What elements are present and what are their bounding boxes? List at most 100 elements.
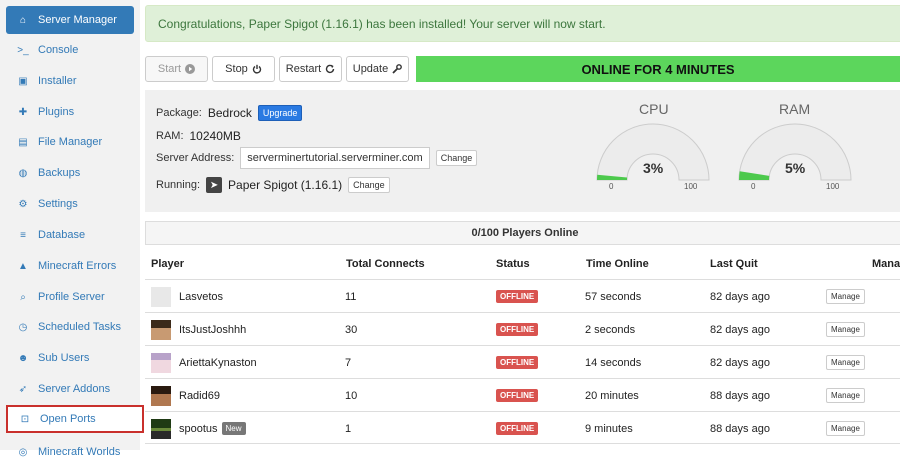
sidebar-item-minecraft-errors[interactable]: ▲ Minecraft Errors [6,252,134,280]
status-badge: OFFLINE [496,389,539,402]
sidebar-item-label: Console [38,44,79,56]
ram-value: 10240MB [189,129,241,143]
player-name: Lasvetos [179,290,224,303]
address-label: Server Address: [156,152,235,164]
player-cell: ItsJustJoshhh [151,313,246,346]
sidebar-item-file-manager[interactable]: ▤ File Manager [6,128,134,156]
sidebar-item-label: Minecraft Errors [38,260,117,272]
install-success-alert: Congratulations, Paper Spigot (1.16.1) h… [145,5,900,42]
last-quit: 88 days ago [710,389,770,402]
change-software-button[interactable]: Change [348,177,390,193]
player-name: Radid69 [179,389,220,402]
time-online: 9 minutes [585,422,633,435]
sidebar-item-database[interactable]: ≡ Database [6,221,134,249]
refresh-icon [326,64,335,74]
server-address-field[interactable]: serverminertutorial.serverminer.com [240,147,430,169]
table-row: spootus New 1 OFFLINE 9 minutes 88 days … [145,411,900,444]
clock-icon: ◷ [18,321,28,333]
restart-button[interactable]: Restart [279,56,342,82]
package-value: Bedrock [207,106,252,120]
player-name: ItsJustJoshhh [179,323,247,336]
terminal-icon: >_ [17,44,29,56]
sidebar: ⌂ Server Manager >_ Console ▣ Installer … [0,0,144,458]
change-address-button[interactable]: Change [435,150,478,166]
table-row: ItsJustJoshhh 30 OFFLINE 2 seconds 82 da… [145,312,900,345]
upgrade-button[interactable]: Upgrade [257,105,303,121]
sidebar-item-profile-server[interactable]: ⌕ Profile Server [6,283,134,311]
start-button[interactable]: Start [145,56,208,82]
total-connects: 11 [345,290,357,303]
wrench-icon [392,64,403,74]
status-badge: OFFLINE [496,290,539,303]
ram-label: RAM: [156,130,184,142]
users-icon: ☻ [17,352,29,364]
sidebar-item-scheduled-tasks[interactable]: ◷ Scheduled Tasks [6,313,134,341]
file-icon: ▤ [18,136,28,148]
manage-button[interactable]: Manage [826,322,865,337]
warning-icon: ▲ [18,260,28,272]
sidebar-item-label: Open Ports [40,413,96,425]
total-connects: 7 [345,356,352,369]
player-cell: Lasvetos [151,280,223,313]
column-header-total-connects: Total Connects [346,258,425,270]
gear-icon: ⚙ [18,198,28,210]
players-online-header: 0/100 Players Online [145,221,900,245]
manage-button[interactable]: Manage [826,289,865,304]
puzzle-icon: ✚ [18,106,28,118]
running-value: Paper Spigot (1.16.1) [228,178,343,192]
time-online: 57 seconds [585,290,642,303]
sidebar-item-label: Server Addons [38,383,111,395]
unlock-icon: ⊡ [20,413,30,425]
manage-button[interactable]: Manage [826,388,865,403]
stop-button[interactable]: Stop [212,56,275,82]
play-icon [185,64,196,74]
avatar [151,286,171,307]
manage-button[interactable]: Manage [826,355,865,370]
sidebar-item-installer[interactable]: ▣ Installer [6,67,134,95]
ram-gauge-title: RAM [779,101,811,117]
server-status-banner: ONLINE FOR 4 MINUTES [416,56,900,82]
power-icon [252,64,261,74]
cpu-gauge-min: 0 [609,182,614,191]
last-quit: 82 days ago [710,290,770,303]
table-row: AriettaKynaston 7 OFFLINE 14 seconds 82 … [145,345,900,378]
sidebar-item-server-manager[interactable]: ⌂ Server Manager [6,6,134,34]
manage-button[interactable]: Manage [826,421,865,436]
avatar [151,319,171,340]
time-online: 20 minutes [585,389,639,402]
sidebar-item-sub-users[interactable]: ☻ Sub Users [6,344,134,372]
status-badge: OFFLINE [496,356,539,369]
running-row: Running: ➤ Paper Spigot (1.16.1) Change [156,177,390,193]
avatar [151,352,171,373]
column-header-status: Status [496,258,530,270]
sidebar-item-backups[interactable]: ◍ Backups [6,159,134,187]
update-button[interactable]: Update [346,56,409,82]
ram-row: RAM: 10240MB [156,129,241,143]
column-header-manage: Manage [872,258,900,270]
paper-plane-icon: ➤ [206,177,223,193]
total-connects: 1 [345,422,352,435]
status-badge: OFFLINE [496,422,539,435]
sidebar-item-label: Installer [38,75,77,87]
ram-gauge-value: 5% [785,160,806,176]
sidebar-item-plugins[interactable]: ✚ Plugins [6,98,134,126]
start-button-label: Start [157,63,182,75]
home-icon: ⌂ [19,14,27,26]
sidebar-item-minecraft-worlds[interactable]: ◎ Minecraft Worlds [6,438,134,466]
running-label: Running: [156,179,201,191]
sidebar-item-open-ports[interactable]: ⊡ Open Ports [6,405,144,433]
sidebar-item-settings[interactable]: ⚙ Settings [6,190,134,218]
sidebar-item-label: Settings [38,198,78,210]
total-connects: 10 [345,389,358,402]
sidebar-item-label: Profile Server [38,291,105,303]
sidebar-item-console[interactable]: >_ Console [6,36,134,64]
sidebar-item-label: Scheduled Tasks [38,321,121,333]
last-quit: 82 days ago [710,356,770,369]
address-row: Server Address: serverminertutorial.serv… [156,147,478,169]
column-header-last-quit: Last Quit [710,258,758,270]
sidebar-item-server-addons[interactable]: ➶ Server Addons [6,375,134,403]
sidebar-item-label: File Manager [38,136,103,148]
table-row: Lasvetos 11 OFFLINE 57 seconds 82 days a… [145,279,900,312]
sidebar-item-label: Plugins [38,106,75,118]
player-name: AriettaKynaston [179,356,257,369]
